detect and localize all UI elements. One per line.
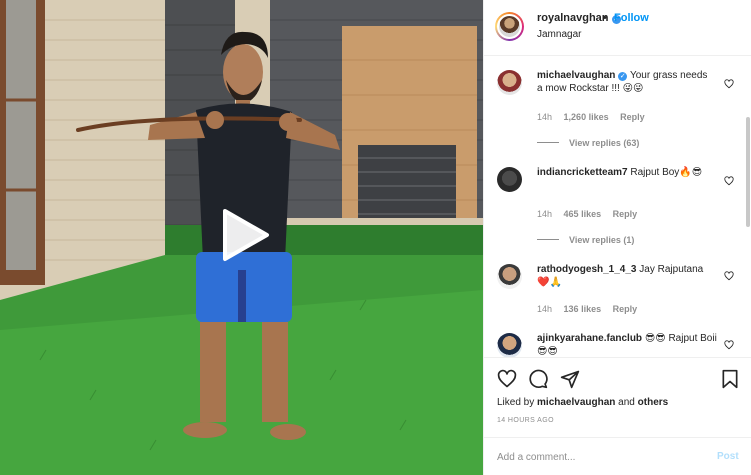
commenter-avatar[interactable] — [497, 70, 522, 95]
author-username[interactable]: royalnavghan ✓ — [537, 12, 621, 24]
replies-divider — [537, 142, 559, 143]
comment-username[interactable]: michaelvaughan — [537, 70, 615, 81]
bookmark-icon[interactable] — [720, 369, 740, 389]
comment-body: Rajput Boy🔥😎 — [630, 167, 703, 178]
reply-button[interactable]: Reply — [613, 209, 638, 219]
comment-text: ajinkyarahane.fanclub 😎😎 Rajput Boii 😎😎 — [537, 332, 722, 357]
comment-text: indiancricketteam7 Rajput Boy🔥😎 — [537, 166, 712, 179]
comment-time[interactable]: 14h — [537, 209, 552, 219]
commenter-avatar[interactable] — [497, 264, 522, 289]
author-avatar[interactable] — [495, 12, 524, 41]
replies-divider — [537, 239, 559, 240]
comment-icon[interactable] — [528, 369, 548, 389]
comment-meta: 14h 1,260 likes Reply — [537, 112, 654, 122]
reply-button[interactable]: Reply — [620, 112, 645, 122]
view-replies-button[interactable]: View replies (63) — [537, 138, 639, 148]
add-comment-bar: Post — [484, 437, 751, 475]
comment-username[interactable]: ajinkyarahane.fanclub — [537, 333, 642, 344]
post-timestamp[interactable]: 14 HOURS AGO — [497, 417, 554, 424]
liked-by-user-link[interactable]: michaelvaughan — [537, 397, 615, 408]
heart-icon[interactable] — [497, 369, 517, 389]
comment-time[interactable]: 14h — [537, 304, 552, 314]
comment-time[interactable]: 14h — [537, 112, 552, 122]
comment-text: rathodyogesh_1_4_3 Jay Rajputana ❤️🙏 — [537, 263, 712, 289]
comment-username[interactable]: rathodyogesh_1_4_3 — [537, 264, 637, 275]
commenter-avatar[interactable] — [497, 333, 522, 357]
heart-icon[interactable] — [724, 340, 734, 350]
comment-text: michaelvaughan ✓ Your grass needs a mow R… — [537, 69, 712, 95]
view-replies-button[interactable]: View replies (1) — [537, 235, 634, 245]
post-sidebar: royalnavghan✓ • Follow Jamnagar ••• mich… — [483, 0, 751, 475]
post-actions: Liked by michaelvaughan and others 14 HO… — [484, 357, 751, 437]
comment-likes[interactable]: 136 likes — [564, 304, 602, 314]
liked-by-others-link[interactable]: others — [638, 397, 669, 408]
post-video[interactable] — [0, 0, 483, 475]
comment-likes[interactable]: 1,260 likes — [564, 112, 609, 122]
comment-input[interactable] — [497, 449, 697, 465]
comment-meta: 14h 465 likes Reply — [537, 209, 646, 219]
verified-badge-icon: ✓ — [618, 72, 628, 81]
instagram-post-modal: royalnavghan✓ • Follow Jamnagar ••• mich… — [0, 0, 751, 475]
post-location[interactable]: Jamnagar — [537, 29, 581, 40]
heart-icon[interactable] — [724, 176, 734, 186]
paper-plane-icon[interactable] — [560, 369, 580, 389]
heart-icon[interactable] — [724, 79, 734, 89]
follow-button[interactable]: Follow — [614, 12, 649, 24]
comment-meta: 14h 136 likes Reply — [537, 304, 646, 314]
comments-scrollbar[interactable] — [746, 117, 750, 227]
comment-username[interactable]: indiancricketteam7 — [537, 167, 628, 178]
play-icon[interactable] — [219, 207, 271, 263]
header-separator: • — [603, 12, 607, 24]
reply-button[interactable]: Reply — [613, 304, 638, 314]
commenter-avatar[interactable] — [497, 167, 522, 192]
post-header: royalnavghan✓ • Follow Jamnagar ••• — [484, 0, 751, 56]
heart-icon[interactable] — [724, 271, 734, 281]
comment-likes[interactable]: 465 likes — [564, 209, 602, 219]
liked-by-summary: Liked by michaelvaughan and others — [497, 397, 669, 408]
post-comment-button[interactable]: Post — [717, 451, 739, 462]
comments-list[interactable]: michaelvaughan ✓ Your grass needs a mow R… — [484, 57, 751, 357]
